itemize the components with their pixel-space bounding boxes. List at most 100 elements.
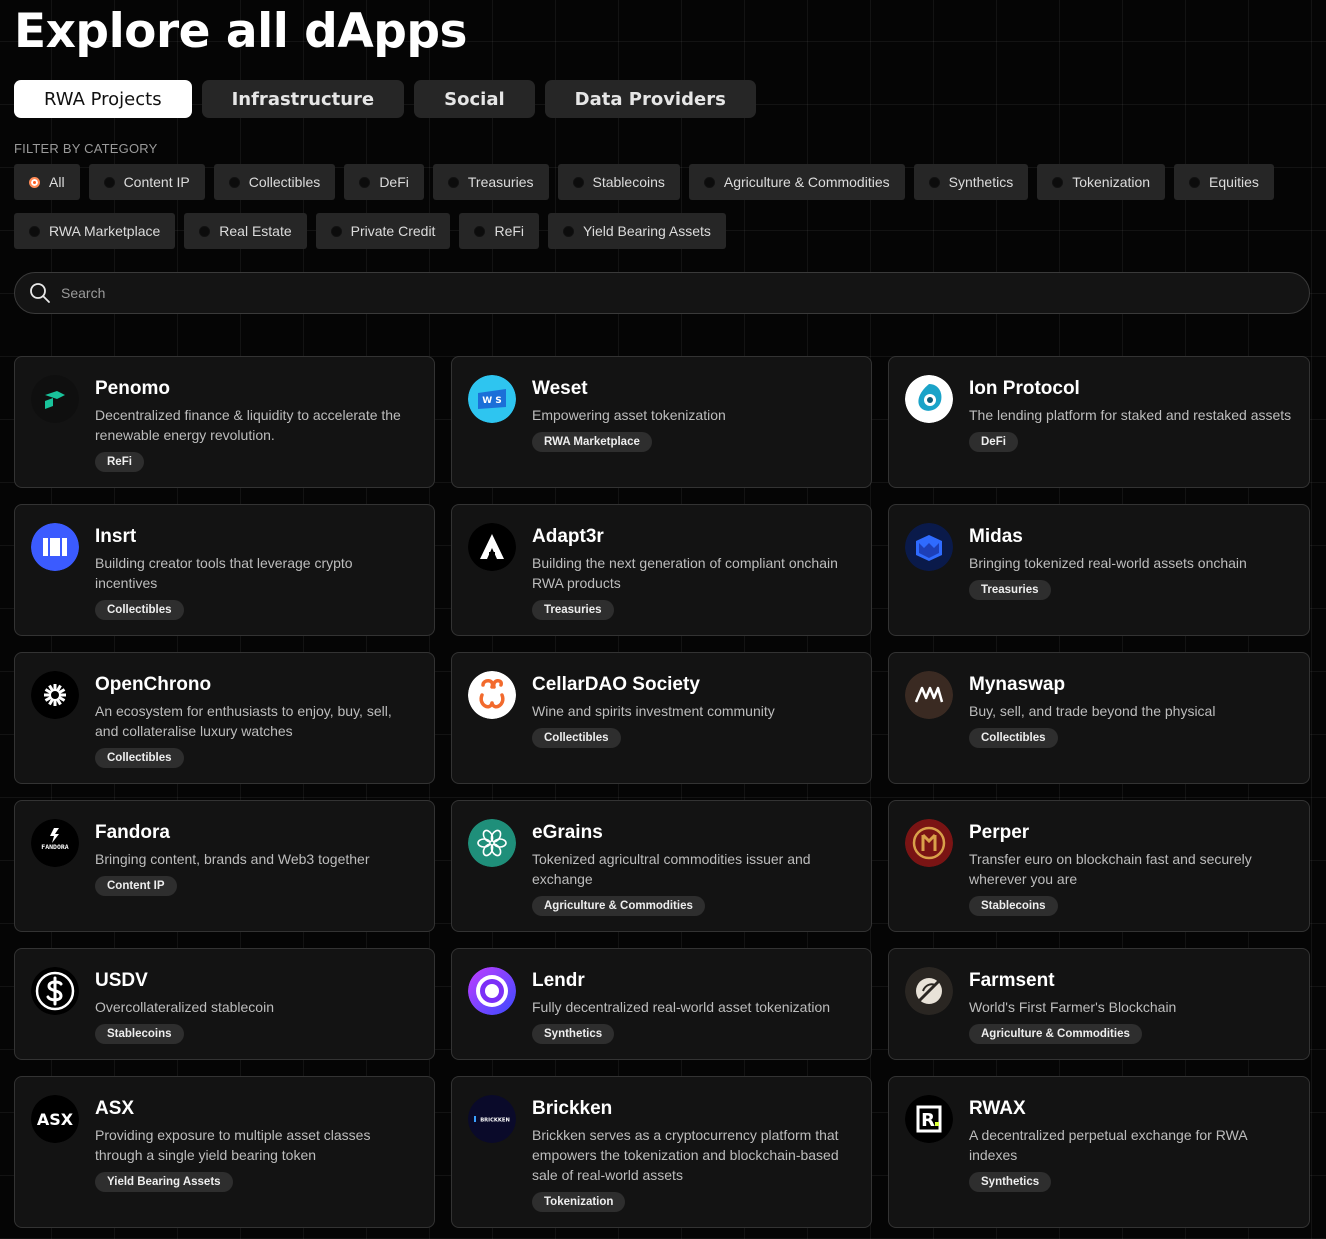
category-tag: Stablecoins [969, 896, 1058, 916]
dapp-description: Bringing tokenized real-world assets onc… [969, 555, 1247, 571]
category-tag: Collectibles [95, 748, 184, 768]
svg-text:BRICKKEN: BRICKKEN [480, 1118, 510, 1124]
dapp-card-body: Weset Empowering asset tokenization RWA Ma… [532, 375, 855, 477]
category-chip-synthetics[interactable]: Synthetics [913, 164, 1029, 200]
dapp-card-rwax[interactable]: R RWAX A decentralized perpetual exchange … [888, 1076, 1310, 1228]
radio-icon [29, 176, 40, 188]
category-tag: Content IP [95, 876, 177, 896]
dapp-description: A decentralized perpetual exchange for R… [969, 1127, 1247, 1163]
dapp-card-asx[interactable]: ASX ASX Providing exposure to multiple ass… [14, 1076, 435, 1228]
category-tag: Synthetics [532, 1024, 615, 1044]
category-tag: Tokenization [532, 1192, 626, 1212]
radio-icon [359, 176, 371, 188]
radio-icon [447, 176, 459, 188]
category-tag: Treasuries [969, 580, 1051, 600]
rwax-logo: R [905, 1095, 953, 1143]
radio-icon [928, 176, 940, 188]
category-chip-agriculture-commodities[interactable]: Agriculture & Commodities [688, 164, 905, 200]
dapp-card-weset[interactable]: W S Weset Empowering asset tokenization RWA… [451, 356, 872, 488]
dapp-card-body: Penomo Decentralized finance & liquidity … [95, 375, 418, 477]
dapp-card-brickken[interactable]: BRICKKEN Brickken Brickken serves as a cry… [451, 1076, 872, 1228]
dapp-grid: Penomo Decentralized finance & liquidity … [14, 356, 1310, 1239]
svg-text:FANDORA: FANDORA [41, 843, 68, 851]
category-chip-all[interactable]: All [14, 164, 80, 200]
dapp-description: Overcollateralized stablecoin [95, 999, 274, 1015]
tab-rwa-projects[interactable]: RWA Projects [14, 80, 192, 118]
dapp-card-openchrono[interactable]: OpenChrono An ecosystem for enthusiasts t… [14, 652, 435, 784]
category-filter-list: All Content IP Collectibles DeFi Treasuries S… [14, 164, 1314, 249]
category-chip-content-ip[interactable]: Content IP [88, 164, 205, 200]
tab-social[interactable]: Social [414, 80, 535, 118]
openchrono-logo [31, 671, 79, 719]
dapp-description: Providing exposure to multiple asset cla… [95, 1127, 371, 1163]
dapp-card-body: Lendr Fully decentralized real-world asse… [532, 967, 855, 1049]
dapp-card-body: Fandora Bringing content, brands and Web3… [95, 819, 418, 921]
dapp-card-body: Adapt3r Building the next generation of c… [532, 523, 855, 625]
dapp-description: Brickken serves as a cryptocurrency plat… [532, 1127, 839, 1183]
category-chip-equities[interactable]: Equities [1174, 164, 1274, 200]
dapp-card-insrt[interactable]: Insrt Building creator tools that leverag… [14, 504, 435, 636]
page-title: Explore all dApps [14, 4, 467, 59]
radio-icon [703, 176, 715, 188]
category-chip-private-credit[interactable]: Private Credit [315, 213, 451, 249]
category-chip-real-estate[interactable]: Real Estate [184, 213, 307, 249]
weset-logo: W S [468, 375, 516, 423]
dapp-name: Midas [969, 526, 1023, 547]
category-chip-label: All [49, 174, 65, 190]
dapp-card-body: Brickken Brickken serves as a cryptocurre… [532, 1095, 855, 1217]
category-chip-refi[interactable]: ReFi [459, 213, 540, 249]
search-bar[interactable] [14, 272, 1310, 314]
dapp-card-lendr[interactable]: Lendr Fully decentralized real-world asse… [451, 948, 872, 1060]
search-input[interactable] [61, 285, 1261, 301]
dapp-card-body: eGrains Tokenized agricultral commodities… [532, 819, 855, 921]
category-chip-stablecoins[interactable]: Stablecoins [557, 164, 680, 200]
tab-infrastructure[interactable]: Infrastructure [201, 80, 405, 118]
category-chip-treasuries[interactable]: Treasuries [432, 164, 549, 200]
dapp-card-midas[interactable]: Midas Bringing tokenized real-world asset… [888, 504, 1310, 636]
dapp-card-farmsent[interactable]: Farmsent World's First Farmer's Blockchai… [888, 948, 1310, 1060]
usdv-logo [31, 967, 79, 1015]
dapp-name: Fandora [95, 822, 170, 843]
dapp-card-mynaswap[interactable]: Mynaswap Buy, sell, and trade beyond the … [888, 652, 1310, 784]
svg-text:W S: W S [482, 396, 502, 406]
mynaswap-logo [905, 671, 953, 719]
category-chip-label: Agriculture & Commodities [723, 174, 890, 190]
dapp-description: Building the next generation of complian… [532, 555, 838, 591]
dapp-name: Penomo [95, 378, 170, 399]
category-chip-defi[interactable]: DeFi [344, 164, 424, 200]
category-tag: DeFi [969, 432, 1018, 452]
category-tag: Stablecoins [95, 1024, 184, 1044]
dapp-card-body: CellarDAO Society Wine and spirits invest… [532, 671, 855, 773]
dapp-card-cellardao-society[interactable]: CellarDAO Society Wine and spirits invest… [451, 652, 872, 784]
tab-bar: RWA Projects Infrastructure Social Data … [14, 80, 1310, 119]
dapp-name: CellarDAO Society [532, 674, 700, 695]
category-chip-rwa-marketplace[interactable]: RWA Marketplace [14, 213, 176, 249]
dapp-card-perper[interactable]: Perper Transfer euro on blockchain fast a… [888, 800, 1310, 932]
dapp-card-egrains[interactable]: eGrains Tokenized agricultral commodities… [451, 800, 872, 932]
dapp-name: USDV [95, 970, 148, 991]
tab-data-providers[interactable]: Data Providers [544, 80, 756, 118]
page: Explore all dApps RWA Projects Infrastru… [0, 0, 1326, 1239]
category-chip-yield-bearing-assets[interactable]: Yield Bearing Assets [548, 213, 726, 249]
dapp-card-body: Mynaswap Buy, sell, and trade beyond the … [969, 671, 1293, 773]
fandora-logo: FANDORA [31, 819, 79, 867]
category-tag: Synthetics [969, 1172, 1052, 1192]
dapp-card-adapt3r[interactable]: Adapt3r Building the next generation of c… [451, 504, 872, 636]
category-tag: ReFi [95, 452, 144, 472]
dapp-name: Weset [532, 378, 588, 399]
category-tag: Agriculture & Commodities [532, 896, 705, 916]
dapp-name: Lendr [532, 970, 585, 991]
dapp-card-usdv[interactable]: USDV Overcollateralized stablecoin Stablec… [14, 948, 435, 1060]
category-tag: Collectibles [969, 728, 1058, 748]
category-chip-tokenization[interactable]: Tokenization [1037, 164, 1166, 200]
dapp-description: Fully decentralized real-world asset tok… [532, 999, 831, 1015]
dapp-card-penomo[interactable]: Penomo Decentralized finance & liquidity … [14, 356, 435, 488]
radio-icon [563, 225, 575, 237]
dapp-card-ion-protocol[interactable]: Ion Protocol The lending platform for sta… [888, 356, 1310, 488]
dapp-card-fandora[interactable]: FANDORA Fandora Bringing content, brands a… [14, 800, 435, 932]
category-chip-collectibles[interactable]: Collectibles [213, 164, 336, 200]
perper-logo [905, 819, 953, 867]
brickken-logo: BRICKKEN [468, 1095, 516, 1143]
dapp-card-body: ASX Providing exposure to multiple asset … [95, 1095, 418, 1217]
dapp-name: Adapt3r [532, 526, 604, 547]
